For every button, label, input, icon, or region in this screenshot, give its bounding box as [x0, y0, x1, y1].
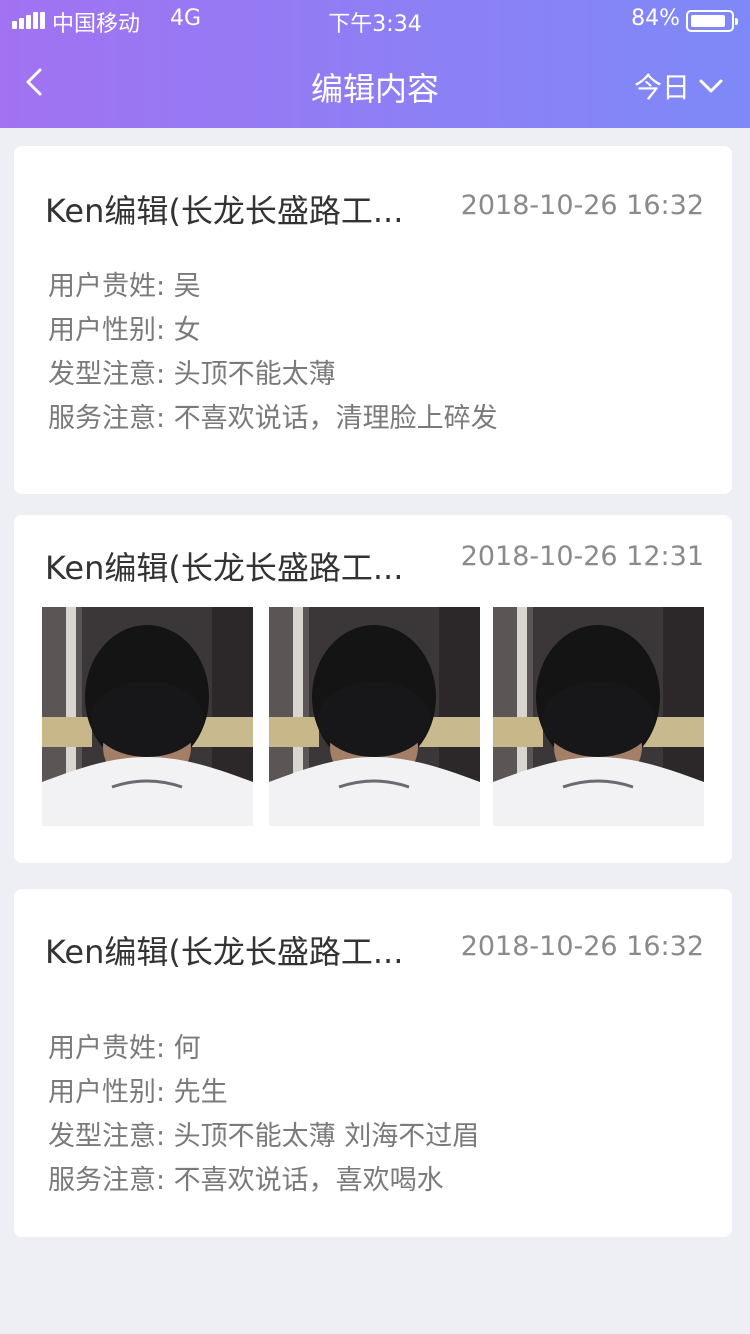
record-details: 用户贵姓: 何 用户性别: 先生 发型注意: 头顶不能太薄 刘海不过眉 服务注意…	[48, 1027, 479, 1203]
header: 中国移动 4G 下午3:34 84% 编辑内容 今日	[0, 0, 750, 128]
battery-percent: 84%	[631, 6, 680, 31]
record-card[interactable]: Ken编辑(长龙长盛路工... 2018-10-26 12:31	[14, 515, 732, 863]
record-time: 2018-10-26 12:31	[460, 541, 704, 572]
battery-icon	[686, 10, 738, 32]
record-time: 2018-10-26 16:32	[460, 931, 704, 962]
detail-hair-note: 发型注意: 头顶不能太薄 刘海不过眉	[48, 1121, 480, 1152]
chevron-down-icon	[699, 79, 723, 93]
haircut-back-photo[interactable]	[42, 607, 253, 826]
detail-gender: 用户性别: 先生	[48, 1077, 228, 1108]
detail-service-note: 服务注意: 不喜欢说话，清理脸上碎发	[48, 403, 498, 434]
detail-surname: 用户贵姓: 吴	[48, 271, 201, 302]
record-card[interactable]: Ken编辑(长龙长盛路工... 2018-10-26 16:32 用户贵姓: 吴…	[14, 146, 732, 494]
record-title: Ken编辑(长龙长盛路工...	[45, 549, 404, 587]
haircut-back-photo[interactable]	[269, 607, 480, 826]
record-title: Ken编辑(长龙长盛路工...	[45, 933, 404, 971]
record-time: 2018-10-26 16:32	[460, 190, 704, 221]
date-filter-label: 今日	[633, 71, 690, 104]
detail-surname: 用户贵姓: 何	[48, 1033, 201, 1064]
record-details: 用户贵姓: 吴 用户性别: 女 发型注意: 头顶不能太薄 服务注意: 不喜欢说话…	[48, 265, 498, 441]
record-card[interactable]: Ken编辑(长龙长盛路工... 2018-10-26 16:32 用户贵姓: 何…	[14, 889, 732, 1237]
detail-service-note: 服务注意: 不喜欢说话，喜欢喝水	[48, 1165, 444, 1196]
record-title: Ken编辑(长龙长盛路工...	[45, 192, 404, 230]
status-bar: 中国移动 4G 下午3:34 84%	[0, 0, 750, 40]
haircut-back-photo[interactable]	[493, 607, 704, 826]
detail-hair-note: 发型注意: 头顶不能太薄	[48, 359, 336, 390]
date-filter-dropdown[interactable]: 今日	[634, 66, 724, 106]
detail-gender: 用户性别: 女	[48, 315, 201, 346]
